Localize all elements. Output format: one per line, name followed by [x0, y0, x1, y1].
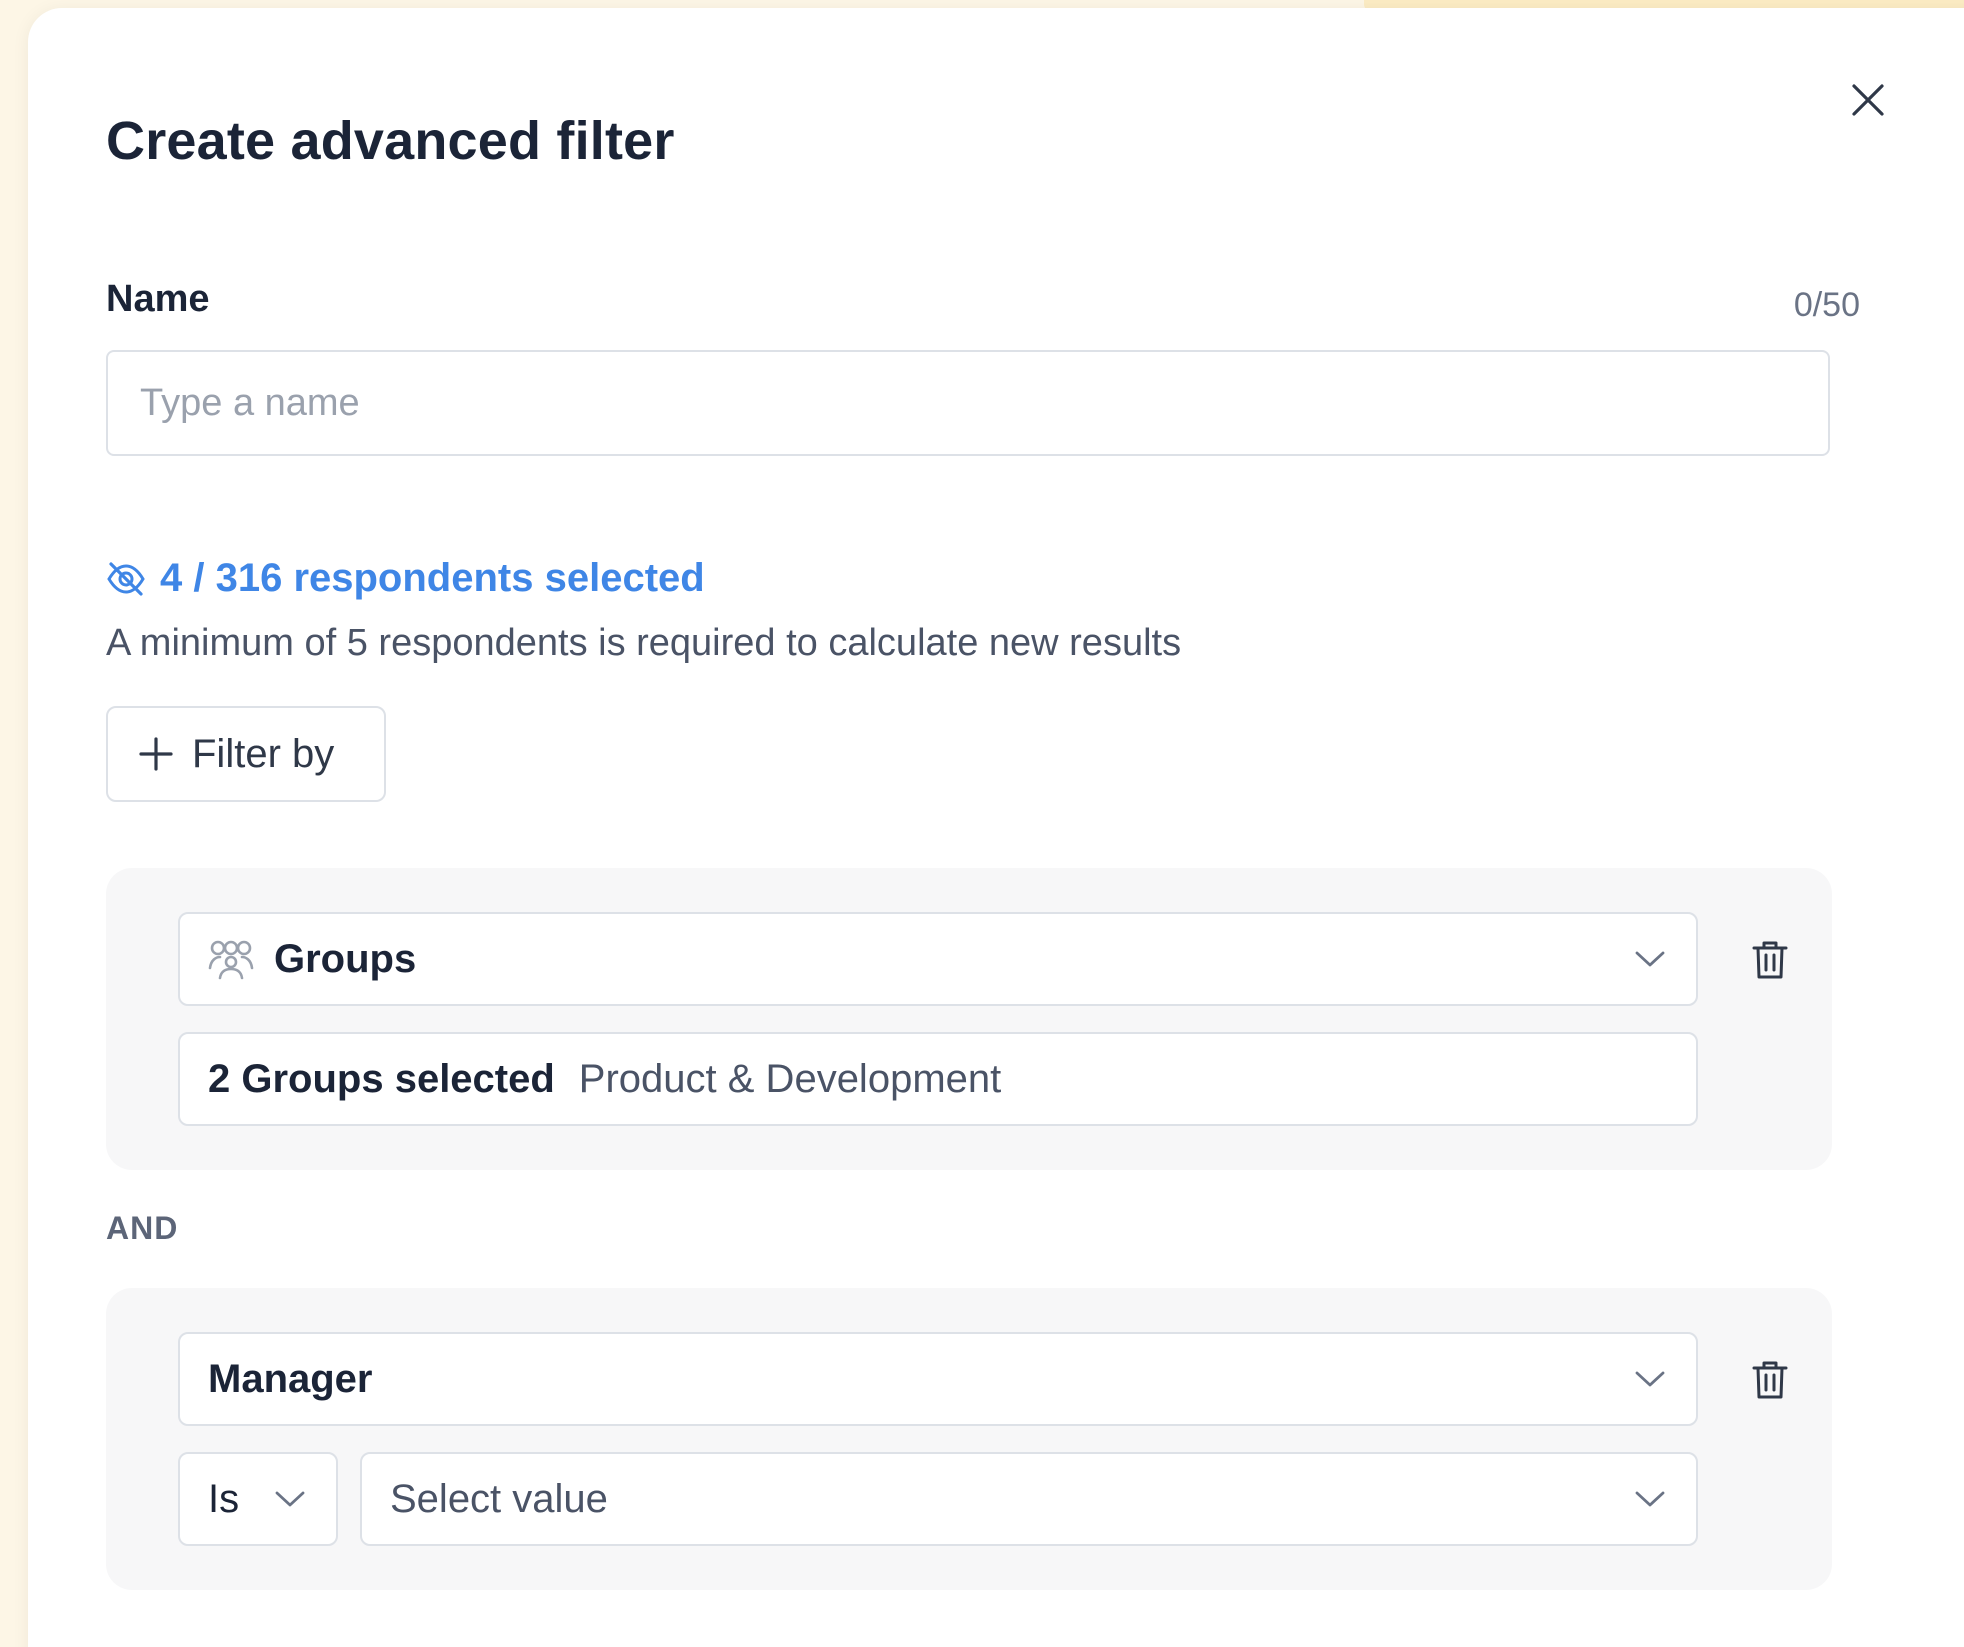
chevron-down-icon [1635, 951, 1665, 967]
filter-values-select[interactable]: 2 Groups selected Product & Development [178, 1032, 1698, 1126]
operator-select[interactable]: Is [178, 1452, 338, 1546]
operator-label: Is [208, 1476, 240, 1521]
filter-card-groups: Groups 2 Groups selected Product & Devel… [106, 868, 1832, 1170]
filter-by-button[interactable]: Filter by [106, 706, 386, 802]
chevron-down-icon [1635, 1491, 1665, 1507]
name-input[interactable] [106, 350, 1830, 456]
trash-icon [1752, 1361, 1788, 1399]
plus-icon [139, 737, 173, 771]
value-select[interactable]: Select value [360, 1452, 1698, 1546]
filter-by-label: Filter by [192, 731, 335, 776]
modal-title: Create advanced filter [106, 111, 675, 171]
eye-off-icon [107, 561, 145, 596]
close-icon [1852, 84, 1884, 116]
respondents-selected-text: 4 / 316 respondents selected [160, 556, 705, 600]
filter-field-select[interactable]: Manager [178, 1332, 1698, 1426]
chevron-down-icon [1635, 1371, 1665, 1387]
groups-icon [208, 938, 254, 980]
delete-filter-button[interactable] [1746, 936, 1794, 984]
value-placeholder: Select value [390, 1476, 608, 1521]
close-button[interactable] [1840, 72, 1896, 128]
respondents-hint: A minimum of 5 respondents is required t… [106, 622, 1182, 664]
chevron-down-icon [275, 1491, 305, 1507]
delete-filter-button[interactable] [1746, 1356, 1794, 1404]
filter-values-names: Product & Development [578, 1056, 1002, 1101]
filter-card-manager: Manager Is Select value [106, 1288, 1832, 1590]
filter-field-label: Manager [208, 1356, 373, 1401]
filter-values-count: 2 Groups selected [208, 1056, 555, 1101]
trash-icon [1752, 941, 1788, 979]
respondents-selected[interactable]: 4 / 316 respondents selected [106, 556, 705, 601]
name-label: Name [106, 278, 210, 320]
filter-field-label: Groups [274, 936, 417, 981]
filter-field-select[interactable]: Groups [178, 912, 1698, 1006]
and-connector: AND [106, 1210, 179, 1246]
name-char-count: 0/50 [1793, 286, 1860, 324]
